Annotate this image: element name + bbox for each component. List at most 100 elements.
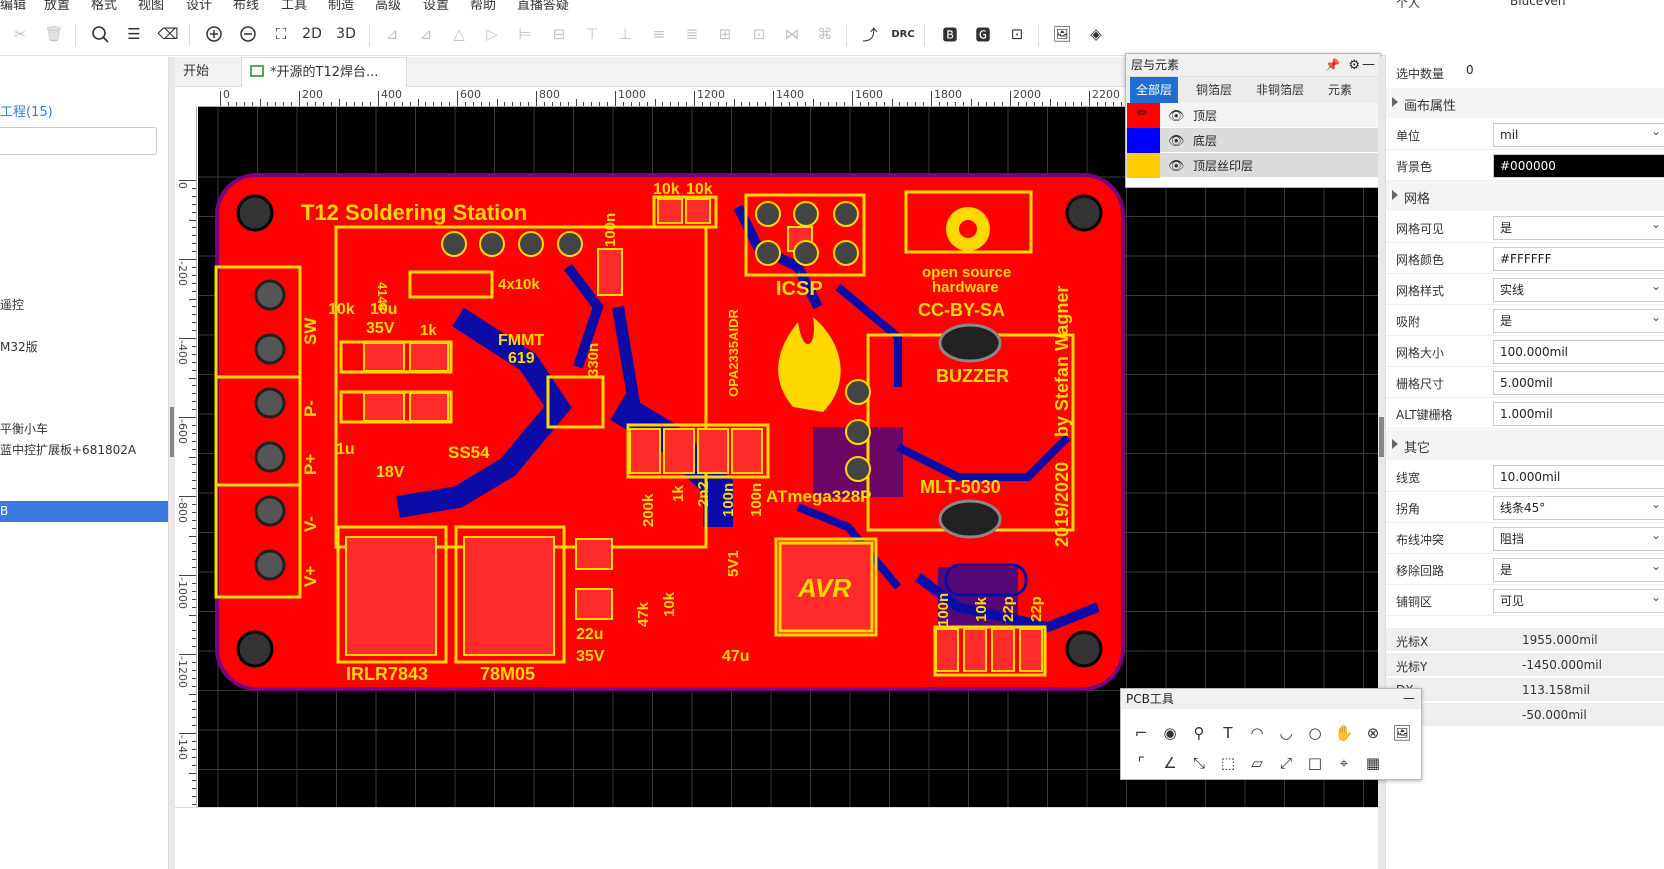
section-grid[interactable]: 网格: [1386, 181, 1664, 211]
group-icon[interactable]: ⊡: [747, 22, 771, 46]
arc-icon[interactable]: ◠: [1245, 721, 1269, 745]
menu-tools[interactable]: 工具: [281, 0, 307, 10]
menu-help[interactable]: 帮助: [470, 0, 496, 10]
align-right-icon[interactable]: ⊿: [414, 22, 438, 46]
connect-icon[interactable]: ⤡: [1187, 751, 1211, 775]
grid-size-input[interactable]: 100.000mil: [1493, 340, 1664, 364]
find-list-icon[interactable]: ☰: [122, 22, 146, 46]
layer-row-bottom[interactable]: 👁 底层: [1126, 128, 1380, 153]
menu-advanced[interactable]: 高级: [375, 0, 401, 10]
circle-icon[interactable]: ○: [1303, 721, 1327, 745]
gerber-icon[interactable]: 🅶: [971, 22, 995, 46]
project-header[interactable]: 工程(15): [0, 101, 53, 120]
measure-icon[interactable]: ▦: [1361, 751, 1385, 775]
section-other[interactable]: 其它: [1386, 430, 1664, 460]
search-icon[interactable]: [88, 22, 112, 46]
corner-select[interactable]: 线条45°: [1493, 496, 1664, 520]
copper-area-select[interactable]: 可见: [1493, 589, 1664, 613]
project-search-input[interactable]: [0, 127, 157, 155]
fit-view-icon[interactable]: ⛶: [269, 22, 293, 46]
menu-route[interactable]: 布线: [233, 0, 259, 10]
view-3d-button[interactable]: 3D: [332, 22, 360, 46]
line-width-input[interactable]: 10.000mil: [1493, 465, 1664, 489]
menu-view[interactable]: 视图: [138, 0, 164, 10]
pin-icon[interactable]: 📌: [1325, 54, 1340, 77]
canvas-origin-icon[interactable]: ⌖: [1332, 751, 1356, 775]
menu-format[interactable]: 格式: [91, 0, 117, 10]
hole-icon[interactable]: ⊗: [1361, 721, 1385, 745]
tab-elements[interactable]: 元素: [1322, 77, 1358, 103]
fabrication-icon[interactable]: ⊡: [1005, 22, 1029, 46]
ungroup-icon[interactable]: ⋈: [780, 22, 804, 46]
grid-visible-select[interactable]: 是: [1493, 216, 1664, 240]
layer-color-swatch[interactable]: [1127, 128, 1160, 153]
layer-row-top[interactable]: ✏ 👁 顶层: [1126, 103, 1380, 128]
layer-color-swatch[interactable]: [1127, 153, 1160, 178]
routing-conflict-select[interactable]: 阻挡: [1493, 527, 1664, 551]
delete-icon[interactable]: 🗑: [42, 22, 66, 46]
drc-button[interactable]: DRC: [888, 22, 918, 46]
grid-color-input[interactable]: #FFFFFF: [1493, 247, 1664, 271]
grid-align-icon[interactable]: ⊞: [713, 22, 737, 46]
copper-area-icon[interactable]: ▱: [1245, 751, 1269, 775]
hand-icon[interactable]: ✋: [1332, 721, 1356, 745]
eye-icon[interactable]: 👁: [1168, 159, 1185, 174]
menu-edit[interactable]: 编辑: [0, 0, 26, 10]
project-item[interactable]: 平衡小车: [0, 420, 48, 437]
section-canvas-properties[interactable]: 画布属性: [1386, 88, 1664, 118]
angle-icon[interactable]: ∠: [1158, 751, 1182, 775]
tab-copper-layers[interactable]: 铜箔层: [1190, 77, 1238, 103]
minimize-icon[interactable]: —: [1362, 53, 1375, 76]
grid-style-select[interactable]: 实线: [1493, 278, 1664, 302]
align-top-icon[interactable]: ⊨: [513, 22, 537, 46]
menu-live-qa[interactable]: 直播答疑: [517, 0, 569, 10]
menu-place[interactable]: 放置: [44, 0, 70, 10]
unit-select[interactable]: mil: [1493, 123, 1664, 147]
bom-icon[interactable]: 🅱: [938, 22, 962, 46]
tab-start[interactable]: 开始: [175, 57, 241, 87]
select-rect-icon[interactable]: ⬚: [1216, 751, 1240, 775]
line-icon[interactable]: ⌜: [1129, 751, 1153, 775]
eye-icon[interactable]: 👁: [1168, 134, 1185, 149]
photo-view-icon[interactable]: 🖼: [1050, 22, 1074, 46]
align-left-icon[interactable]: ⊿: [380, 22, 404, 46]
distribute-v-icon[interactable]: ≣: [680, 22, 704, 46]
fence-size-input[interactable]: 5.000mil: [1493, 371, 1664, 395]
menu-fabrication[interactable]: 制造: [328, 0, 354, 10]
align-center-icon[interactable]: ⊟: [547, 22, 571, 46]
import-icon[interactable]: ⤴: [858, 22, 882, 46]
tab-all-layers[interactable]: 全部层: [1130, 77, 1179, 103]
project-item[interactable]: M32版: [0, 338, 38, 355]
track-icon[interactable]: ⌐: [1129, 721, 1153, 745]
menu-settings[interactable]: 设置: [423, 0, 449, 10]
gear-icon[interactable]: ⚙: [1348, 54, 1360, 77]
eye-icon[interactable]: 👁: [1168, 109, 1185, 124]
zoom-out-icon[interactable]: [236, 22, 260, 46]
view-2d-button[interactable]: 2D: [298, 22, 326, 46]
remove-loop-select[interactable]: 是: [1493, 558, 1664, 582]
snap-select[interactable]: 是: [1493, 309, 1664, 333]
layer-row-top-silk[interactable]: 👁 顶层丝印层: [1126, 153, 1380, 178]
arc2-icon[interactable]: ◡: [1274, 721, 1298, 745]
pad-icon[interactable]: ◉: [1158, 721, 1182, 745]
project-item[interactable]: 遥控: [0, 296, 24, 313]
zoom-in-icon[interactable]: [202, 22, 226, 46]
menu-design[interactable]: 设计: [186, 0, 212, 10]
bg-color-input[interactable]: #000000: [1493, 154, 1664, 178]
align-triangle-icon[interactable]: △: [447, 22, 471, 46]
via-icon[interactable]: ⚲: [1187, 721, 1211, 745]
minimize-icon[interactable]: —: [1403, 688, 1415, 708]
align-vcenter-icon[interactable]: ⊥: [613, 22, 637, 46]
cut-icon[interactable]: ✂: [8, 22, 32, 46]
network-icon[interactable]: ⌘: [813, 22, 837, 46]
user-menu[interactable]: 个人: [1396, 0, 1420, 10]
rect-icon[interactable]: □: [1303, 751, 1327, 775]
align-arrow-icon[interactable]: ▷: [480, 22, 504, 46]
tab-non-copper-layers[interactable]: 非铜箔层: [1250, 77, 1310, 103]
alt-grid-input[interactable]: 1.000mil: [1493, 402, 1664, 426]
username[interactable]: BluceVen: [1510, 0, 1565, 8]
align-bottom-icon[interactable]: ⊤: [580, 22, 604, 46]
erase-icon[interactable]: ⌫: [156, 22, 180, 46]
layer-color-swatch[interactable]: ✏: [1127, 103, 1160, 128]
layers-icon[interactable]: ◈: [1084, 22, 1108, 46]
